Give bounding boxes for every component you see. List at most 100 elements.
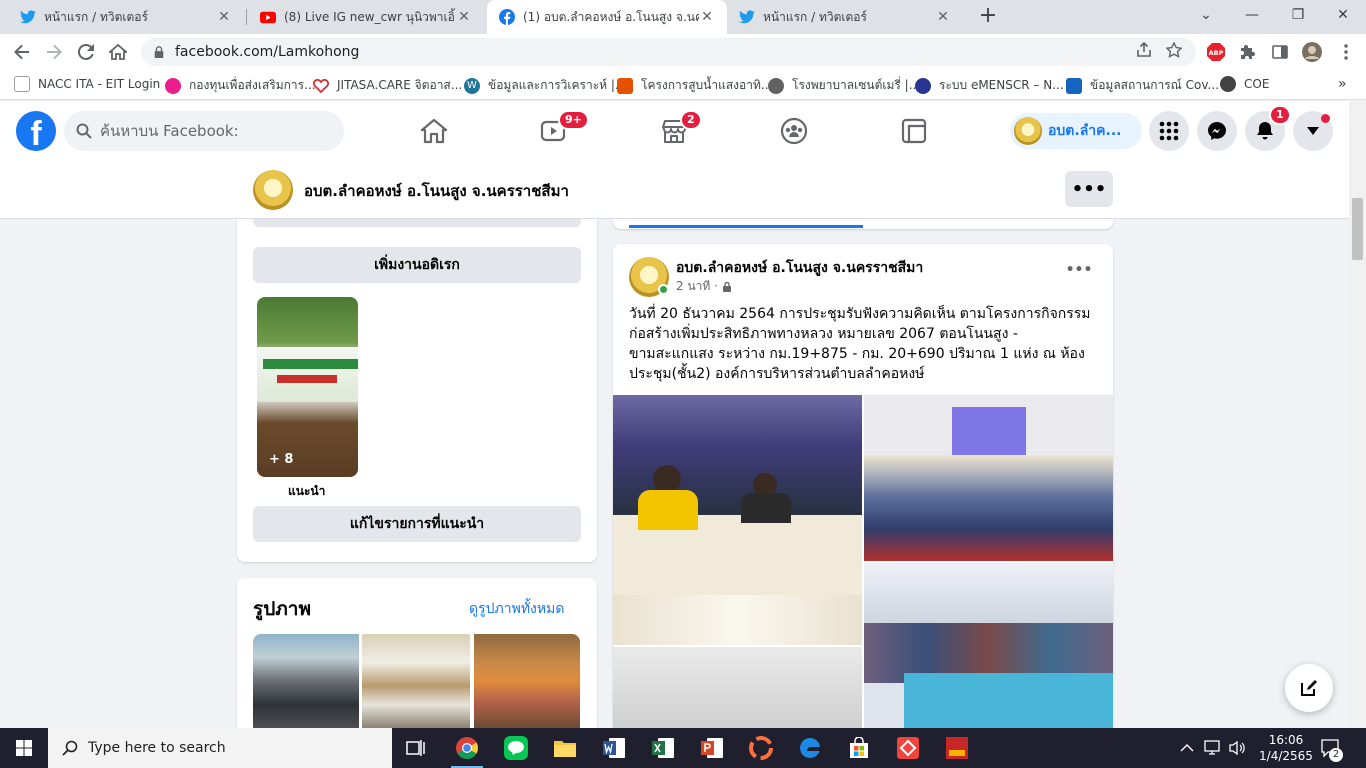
more-dots-icon: ••• [1071,178,1107,200]
restore-icon[interactable]: ❐ [1275,0,1321,30]
close-window-icon[interactable]: ✕ [1320,0,1366,30]
side-panel-icon[interactable] [1270,42,1290,62]
excel-app-icon[interactable] [639,728,687,768]
messenger-button[interactable] [1197,111,1237,151]
bookmark-star-icon[interactable] [1165,41,1183,62]
close-tab-icon[interactable]: ✕ [699,9,715,25]
show-hidden-icons[interactable] [1180,728,1194,768]
word-app-icon[interactable] [590,728,638,768]
powerpoint-app-icon[interactable] [688,728,736,768]
browser-tab-4[interactable]: หน้าแรก / ทวิตเตอร์ ✕ [727,0,963,34]
minimize-icon[interactable]: — [1229,0,1275,30]
bookmark-label: กองทุนเพื่อส่งเสริมการ... [189,78,316,92]
share-icon[interactable] [1136,41,1152,62]
browser-tab-3-active[interactable]: (1) อบต.ลำคอหงษ์ อ.โนนสูง จ.นครราชสีมา ✕ [487,0,727,34]
close-tab-icon[interactable]: ✕ [935,9,951,25]
bookmark-item[interactable]: ระบบ eMENSCR – N... [915,76,1064,95]
bookmark-item[interactable]: JITASA.CARE จิตอาส... [313,76,462,95]
address-bar[interactable]: facebook.com/Lamkohong [141,38,1196,66]
featured-more-count: + 8 [269,452,294,467]
volume-icon[interactable] [1228,728,1246,768]
featured-caption[interactable]: แนะนำ [288,482,325,501]
nav-groups[interactable] [738,101,850,161]
facebook-search-input[interactable]: ค้นหาบน Facebook: [64,111,344,151]
extensions-puzzle-icon[interactable] [1238,42,1258,62]
taskbar-clock[interactable]: 16:06 1/4/2565 [1258,732,1314,764]
page-name[interactable]: อบต.ลำคอหงษ์ อ.โนนสูง จ.นครราชสีมา [304,179,569,203]
task-view-icon[interactable] [392,728,440,768]
file-explorer-icon[interactable] [541,728,589,768]
chrome-app-icon[interactable] [443,728,491,768]
add-hobbies-button[interactable]: เพิ่มงานอดิเรก [253,247,581,283]
post-photo-2[interactable] [864,395,1113,561]
notification-center-icon[interactable]: 2 [1320,728,1343,768]
nav-marketplace[interactable]: 2 [618,101,730,161]
profile-shortcut[interactable]: อบต.ลำค... [1010,113,1142,149]
store-app-icon[interactable] [835,728,883,768]
bookmarks-bar: NACC ITA - EIT Login กองทุนเพื่อส่งเสริม… [0,70,1366,100]
home-icon[interactable] [104,38,132,66]
see-all-photos-link[interactable]: ดูรูปภาพทั้งหมด [469,598,564,620]
edit-featured-button[interactable]: แก้ไขรายการที่แนะนำ [253,506,581,542]
post-timestamp[interactable]: 2 นาที · [676,277,718,296]
stats-icon [1066,77,1082,94]
post-photo-3[interactable] [864,563,1113,728]
new-tab-button[interactable]: + [976,4,1000,28]
photo-thumbnail[interactable] [474,634,580,728]
tab-title: (1) อบต.ลำคอหงษ์ อ.โนนสูง จ.นครราชสีมา [523,9,699,24]
post-more-options-icon[interactable]: ••• [1064,262,1094,286]
close-tab-icon[interactable]: ✕ [216,9,232,25]
post-photo-4[interactable] [613,647,862,728]
nav-watch[interactable]: 9+ [498,101,610,161]
line-app-icon[interactable] [492,728,540,768]
home-icon [420,118,448,144]
profile-avatar[interactable] [1302,42,1322,62]
featured-collection-image[interactable]: + 8 [257,297,358,477]
forward-icon[interactable] [40,38,68,66]
bookmark-item[interactable]: W ข้อมูลและการวิเคราะห์ |... [464,76,626,95]
bookmarks-overflow-icon[interactable]: » [1338,76,1347,92]
new-message-button[interactable] [1285,664,1333,712]
edge-app-icon[interactable] [786,728,834,768]
post-meta: 2 นาที · [676,277,732,296]
bookmark-item[interactable]: โรงพยาบาลเซนต์เมรี่ |... [768,76,920,95]
app-icon[interactable] [933,728,981,768]
post-author-name[interactable]: อบต.ลำคอหงษ์ อ.โนนสูง จ.นครราชสีมา [676,257,923,279]
post-photo-1[interactable] [613,395,862,645]
tab-search-icon[interactable]: ⌄ [1183,0,1229,30]
photo-thumbnail[interactable] [362,634,470,728]
lock-privacy-icon[interactable] [722,281,732,292]
browser-menu-icon[interactable] [1336,42,1356,62]
notification-count-badge: 2 [1329,748,1343,762]
browser-tab-2[interactable]: (8) Live IG new_cwr นุนิวพาเอิ้ยซัมเ ✕ [248,0,484,34]
bookmark-label: โรงพยาบาลเซนต์เมรี่ |... [792,78,921,92]
page-scrollbar[interactable] [1349,101,1366,728]
nav-gaming[interactable] [858,101,970,161]
account-menu-button[interactable] [1293,111,1333,151]
bookmark-item[interactable]: COE [1220,76,1269,92]
app-icon[interactable] [737,728,785,768]
post-text-line: ขามสะแกแสง ระหว่าง กม.19+875 - กม. 20+69… [629,346,1085,362]
bookmark-item[interactable]: โครงการสูบน้ำแสงอาทิ... [617,76,772,95]
reload-icon[interactable] [72,38,100,66]
windows-start-icon[interactable] [0,728,48,768]
photo-thumbnail[interactable] [253,634,359,728]
nav-home[interactable] [378,101,490,161]
facebook-logo-icon[interactable]: f [16,111,56,151]
back-icon[interactable] [8,38,36,66]
bookmark-item[interactable]: NACC ITA - EIT Login [14,76,160,92]
close-tab-icon[interactable]: ✕ [456,9,472,25]
bookmark-item[interactable]: ข้อมูลสถานการณ์ Cov... [1066,76,1219,95]
anydesk-app-icon[interactable] [884,728,932,768]
menu-grid-button[interactable] [1149,111,1189,151]
bookmark-item[interactable]: กองทุนเพื่อส่งเสริมการ... [165,76,316,95]
taskbar-search-input[interactable]: Type here to search [48,728,392,768]
adblock-plus-icon[interactable]: ABP [1206,42,1226,62]
page-avatar[interactable] [253,170,293,210]
scrollbar-thumb[interactable] [1352,198,1363,260]
browser-tab-1[interactable]: หน้าแรก / ทวิตเตอร์ ✕ [8,0,244,34]
heart-icon [313,78,329,94]
notifications-button[interactable]: 1 [1245,105,1291,151]
page-more-button[interactable]: ••• [1065,171,1113,207]
network-icon[interactable] [1204,728,1222,768]
